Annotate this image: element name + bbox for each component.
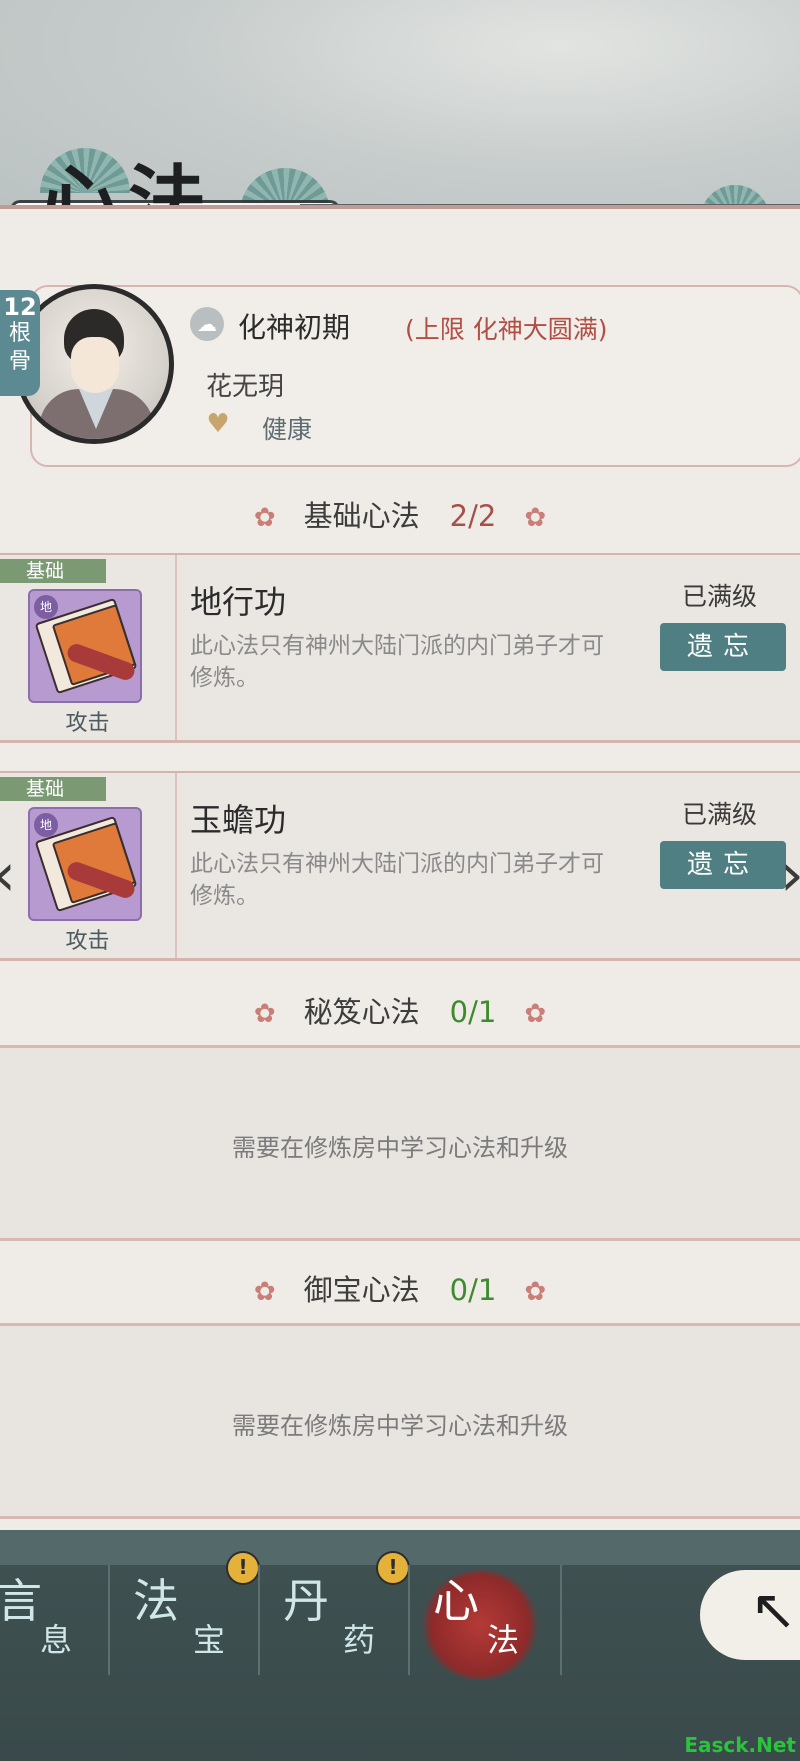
skill-card[interactable]: 基础 地 攻击 玉蟾功 此心法只有神州大陆门派的内门弟子才可修炼。 已满级 遗忘	[0, 771, 800, 961]
flower-icon: ✿	[524, 503, 547, 533]
nav-divider	[258, 1565, 260, 1675]
empty-hint: 需要在修炼房中学习心法和升级	[232, 1412, 568, 1440]
nav-divider	[408, 1565, 410, 1675]
nav-tab-mind-small: 法	[487, 1621, 520, 1659]
realm-text: 化神初期	[238, 311, 351, 344]
skill-book-icon: 地	[28, 807, 142, 921]
nav-tab-info-big: 言	[0, 1574, 42, 1628]
nav-tab-info-small: 息	[40, 1621, 73, 1659]
root-bone-badge: 12 根骨	[0, 290, 40, 396]
flower-icon: ✿	[253, 503, 276, 533]
skill-level: 已满级	[682, 582, 758, 611]
section-basic-count: 2/2	[449, 499, 497, 533]
skill-name: 玉蟾功	[190, 801, 287, 839]
skill-name: 地行功	[190, 583, 287, 621]
section-treasure-label: 御宝心法	[303, 1273, 420, 1307]
skill-type: 攻击	[65, 929, 110, 954]
heart-icon: ♥	[206, 409, 230, 439]
nav-divider	[108, 1565, 110, 1675]
section-secret-count: 0/1	[449, 995, 497, 1029]
skill-grade-badge: 地	[34, 595, 58, 619]
skill-book-icon: 地	[28, 589, 142, 703]
nav-tab-mind-big: 心	[433, 1574, 479, 1628]
flower-icon: ✿	[524, 1277, 547, 1307]
forget-button[interactable]: 遗忘	[660, 623, 786, 671]
section-basic-label: 基础心法	[303, 499, 420, 533]
avatar-face	[71, 337, 119, 393]
flower-icon: ✿	[253, 999, 276, 1029]
skill-description: 此心法只有神州大陆门派的内门弟子才可修炼。	[190, 851, 604, 909]
back-button[interactable]: ↖	[700, 1570, 800, 1660]
empty-hint: 需要在修炼房中学习心法和升级	[232, 1134, 568, 1162]
treasure-empty-slot[interactable]: 需要在修炼房中学习心法和升级	[0, 1323, 800, 1519]
section-treasure-title: ✿ 御宝心法 0/1 ✿	[0, 1267, 800, 1309]
section-secret-title: ✿ 秘笈心法 0/1 ✿	[0, 989, 800, 1031]
nav-tab-mind[interactable]: 心 法	[425, 1555, 555, 1675]
nav-tab-treasure-big: 法	[133, 1574, 179, 1628]
alert-icon: !	[226, 1551, 260, 1585]
realm-limit: (上限 化神大圆满)	[405, 315, 608, 344]
cloud-icon: ☁	[190, 307, 224, 341]
secret-empty-slot[interactable]: 需要在修炼房中学习心法和升级	[0, 1045, 800, 1241]
flower-icon: ✿	[253, 1277, 276, 1307]
section-basic-title: ✿ 基础心法 2/2 ✿	[0, 493, 800, 535]
chevron-right-icon[interactable]: ›	[780, 840, 800, 910]
skill-level: 已满级	[682, 800, 758, 829]
section-secret-label: 秘笈心法	[303, 995, 420, 1029]
nav-tab-pill-small: 药	[343, 1621, 376, 1659]
skill-type: 攻击	[65, 711, 110, 736]
skill-tag: 基础	[0, 559, 106, 583]
nav-tab-pill-big: 丹	[283, 1574, 329, 1628]
health-status: 健康	[262, 415, 313, 444]
chevron-left-icon[interactable]: ‹	[0, 840, 16, 910]
character-name: 花无玥	[206, 372, 285, 402]
skill-icon-box: 基础 地 攻击	[0, 555, 177, 740]
flower-icon: ✿	[524, 999, 547, 1029]
skill-card[interactable]: 基础 地 攻击 地行功 此心法只有神州大陆门派的内门弟子才可修炼。 已满级 遗忘	[0, 553, 800, 743]
skill-icon-box: 基础 地 攻击	[0, 773, 177, 958]
skill-grade-badge: 地	[34, 813, 58, 837]
skill-tag: 基础	[0, 777, 106, 801]
watermark: Easck.Net	[684, 1733, 796, 1757]
back-arrow-icon: ↖	[750, 1578, 797, 1643]
root-bone-value: 12	[3, 293, 37, 321]
alert-icon: !	[376, 1551, 410, 1585]
forget-button[interactable]: 遗忘	[660, 841, 786, 889]
skill-description: 此心法只有神州大陆门派的内门弟子才可修炼。	[190, 633, 604, 691]
nav-tab-treasure-small: 宝	[193, 1621, 226, 1659]
nav-divider	[560, 1565, 562, 1675]
root-bone-label: 根骨	[8, 321, 31, 374]
nav-tab-info[interactable]: 言 息	[0, 1555, 105, 1675]
section-treasure-count: 0/1	[449, 1273, 497, 1307]
